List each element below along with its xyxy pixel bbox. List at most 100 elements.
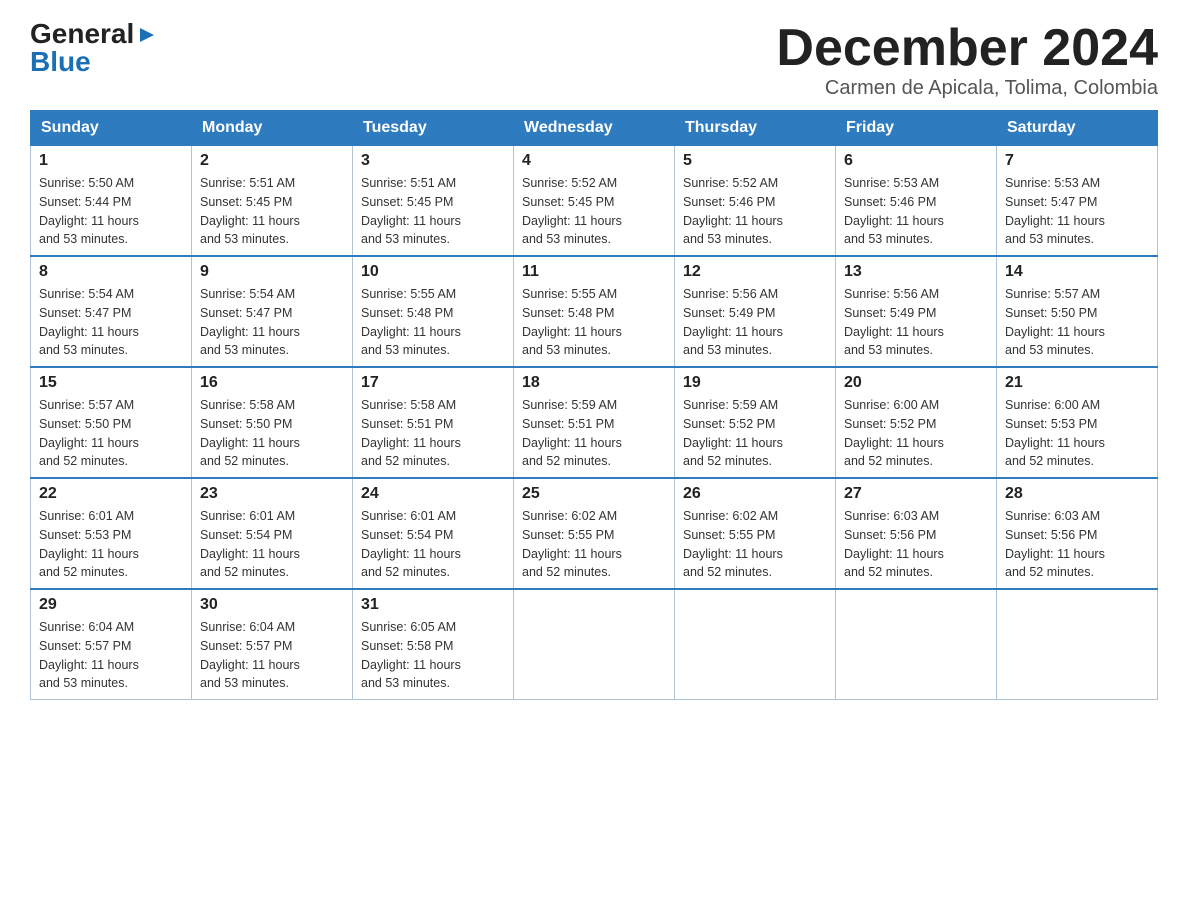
day-number: 22 — [39, 485, 183, 503]
calendar-cell: 27 Sunrise: 6:03 AM Sunset: 5:56 PM Dayl… — [836, 478, 997, 589]
calendar-cell: 25 Sunrise: 6:02 AM Sunset: 5:55 PM Dayl… — [514, 478, 675, 589]
calendar-week-row: 15 Sunrise: 5:57 AM Sunset: 5:50 PM Dayl… — [31, 367, 1158, 478]
calendar-cell: 4 Sunrise: 5:52 AM Sunset: 5:45 PM Dayli… — [514, 146, 675, 257]
col-header-thursday: Thursday — [675, 111, 836, 146]
day-number: 14 — [1005, 263, 1149, 281]
calendar-cell: 15 Sunrise: 5:57 AM Sunset: 5:50 PM Dayl… — [31, 367, 192, 478]
calendar-cell — [514, 589, 675, 700]
day-info: Sunrise: 6:01 AM Sunset: 5:54 PM Dayligh… — [200, 507, 344, 582]
day-number: 29 — [39, 596, 183, 614]
day-number: 7 — [1005, 152, 1149, 170]
calendar-week-row: 1 Sunrise: 5:50 AM Sunset: 5:44 PM Dayli… — [31, 146, 1158, 257]
calendar-cell: 26 Sunrise: 6:02 AM Sunset: 5:55 PM Dayl… — [675, 478, 836, 589]
day-info: Sunrise: 6:01 AM Sunset: 5:53 PM Dayligh… — [39, 507, 183, 582]
day-info: Sunrise: 6:02 AM Sunset: 5:55 PM Dayligh… — [522, 507, 666, 582]
day-info: Sunrise: 5:59 AM Sunset: 5:52 PM Dayligh… — [683, 396, 827, 471]
day-number: 11 — [522, 263, 666, 281]
day-number: 12 — [683, 263, 827, 281]
day-number: 23 — [200, 485, 344, 503]
day-number: 4 — [522, 152, 666, 170]
day-info: Sunrise: 5:51 AM Sunset: 5:45 PM Dayligh… — [200, 174, 344, 249]
logo-blue-text: Blue — [30, 48, 91, 76]
day-info: Sunrise: 5:57 AM Sunset: 5:50 PM Dayligh… — [39, 396, 183, 471]
col-header-monday: Monday — [192, 111, 353, 146]
day-info: Sunrise: 5:55 AM Sunset: 5:48 PM Dayligh… — [522, 285, 666, 360]
col-header-sunday: Sunday — [31, 111, 192, 146]
calendar-cell: 23 Sunrise: 6:01 AM Sunset: 5:54 PM Dayl… — [192, 478, 353, 589]
day-info: Sunrise: 6:04 AM Sunset: 5:57 PM Dayligh… — [200, 618, 344, 693]
day-info: Sunrise: 5:53 AM Sunset: 5:46 PM Dayligh… — [844, 174, 988, 249]
calendar-cell: 10 Sunrise: 5:55 AM Sunset: 5:48 PM Dayl… — [353, 256, 514, 367]
day-info: Sunrise: 5:51 AM Sunset: 5:45 PM Dayligh… — [361, 174, 505, 249]
day-info: Sunrise: 5:58 AM Sunset: 5:50 PM Dayligh… — [200, 396, 344, 471]
day-info: Sunrise: 5:54 AM Sunset: 5:47 PM Dayligh… — [39, 285, 183, 360]
day-info: Sunrise: 5:54 AM Sunset: 5:47 PM Dayligh… — [200, 285, 344, 360]
day-info: Sunrise: 6:03 AM Sunset: 5:56 PM Dayligh… — [844, 507, 988, 582]
day-number: 8 — [39, 263, 183, 281]
calendar-cell: 18 Sunrise: 5:59 AM Sunset: 5:51 PM Dayl… — [514, 367, 675, 478]
day-info: Sunrise: 6:04 AM Sunset: 5:57 PM Dayligh… — [39, 618, 183, 693]
col-header-saturday: Saturday — [997, 111, 1158, 146]
calendar-cell: 28 Sunrise: 6:03 AM Sunset: 5:56 PM Dayl… — [997, 478, 1158, 589]
day-number: 31 — [361, 596, 505, 614]
day-info: Sunrise: 5:53 AM Sunset: 5:47 PM Dayligh… — [1005, 174, 1149, 249]
calendar-cell: 13 Sunrise: 5:56 AM Sunset: 5:49 PM Dayl… — [836, 256, 997, 367]
day-number: 18 — [522, 374, 666, 392]
calendar-cell: 17 Sunrise: 5:58 AM Sunset: 5:51 PM Dayl… — [353, 367, 514, 478]
day-number: 13 — [844, 263, 988, 281]
day-number: 25 — [522, 485, 666, 503]
day-info: Sunrise: 5:50 AM Sunset: 5:44 PM Dayligh… — [39, 174, 183, 249]
calendar-cell — [836, 589, 997, 700]
calendar-cell: 5 Sunrise: 5:52 AM Sunset: 5:46 PM Dayli… — [675, 146, 836, 257]
calendar-cell: 9 Sunrise: 5:54 AM Sunset: 5:47 PM Dayli… — [192, 256, 353, 367]
day-number: 9 — [200, 263, 344, 281]
calendar-cell: 7 Sunrise: 5:53 AM Sunset: 5:47 PM Dayli… — [997, 146, 1158, 257]
day-info: Sunrise: 5:55 AM Sunset: 5:48 PM Dayligh… — [361, 285, 505, 360]
logo-arrow-icon — [136, 24, 158, 46]
calendar-cell: 22 Sunrise: 6:01 AM Sunset: 5:53 PM Dayl… — [31, 478, 192, 589]
logo: General Blue — [30, 20, 158, 76]
location-text: Carmen de Apicala, Tolima, Colombia — [776, 77, 1158, 100]
col-header-tuesday: Tuesday — [353, 111, 514, 146]
col-header-friday: Friday — [836, 111, 997, 146]
day-number: 15 — [39, 374, 183, 392]
calendar-cell: 30 Sunrise: 6:04 AM Sunset: 5:57 PM Dayl… — [192, 589, 353, 700]
day-number: 1 — [39, 152, 183, 170]
title-block: December 2024 Carmen de Apicala, Tolima,… — [776, 20, 1158, 100]
day-number: 30 — [200, 596, 344, 614]
calendar-cell: 31 Sunrise: 6:05 AM Sunset: 5:58 PM Dayl… — [353, 589, 514, 700]
calendar-week-row: 29 Sunrise: 6:04 AM Sunset: 5:57 PM Dayl… — [31, 589, 1158, 700]
day-info: Sunrise: 5:58 AM Sunset: 5:51 PM Dayligh… — [361, 396, 505, 471]
day-number: 6 — [844, 152, 988, 170]
calendar-cell: 24 Sunrise: 6:01 AM Sunset: 5:54 PM Dayl… — [353, 478, 514, 589]
day-number: 26 — [683, 485, 827, 503]
calendar-cell: 20 Sunrise: 6:00 AM Sunset: 5:52 PM Dayl… — [836, 367, 997, 478]
day-info: Sunrise: 5:56 AM Sunset: 5:49 PM Dayligh… — [844, 285, 988, 360]
day-info: Sunrise: 5:52 AM Sunset: 5:46 PM Dayligh… — [683, 174, 827, 249]
day-number: 19 — [683, 374, 827, 392]
col-header-wednesday: Wednesday — [514, 111, 675, 146]
calendar-cell: 1 Sunrise: 5:50 AM Sunset: 5:44 PM Dayli… — [31, 146, 192, 257]
day-info: Sunrise: 6:02 AM Sunset: 5:55 PM Dayligh… — [683, 507, 827, 582]
page-header: General Blue December 2024 Carmen de Api… — [30, 20, 1158, 100]
calendar-cell — [675, 589, 836, 700]
day-info: Sunrise: 5:59 AM Sunset: 5:51 PM Dayligh… — [522, 396, 666, 471]
calendar-header-row: SundayMondayTuesdayWednesdayThursdayFrid… — [31, 111, 1158, 146]
calendar-week-row: 8 Sunrise: 5:54 AM Sunset: 5:47 PM Dayli… — [31, 256, 1158, 367]
calendar-cell: 14 Sunrise: 5:57 AM Sunset: 5:50 PM Dayl… — [997, 256, 1158, 367]
calendar-cell: 19 Sunrise: 5:59 AM Sunset: 5:52 PM Dayl… — [675, 367, 836, 478]
day-number: 16 — [200, 374, 344, 392]
day-info: Sunrise: 5:56 AM Sunset: 5:49 PM Dayligh… — [683, 285, 827, 360]
calendar-cell: 11 Sunrise: 5:55 AM Sunset: 5:48 PM Dayl… — [514, 256, 675, 367]
day-number: 20 — [844, 374, 988, 392]
day-number: 24 — [361, 485, 505, 503]
calendar-cell — [997, 589, 1158, 700]
day-number: 17 — [361, 374, 505, 392]
day-number: 27 — [844, 485, 988, 503]
calendar-cell: 8 Sunrise: 5:54 AM Sunset: 5:47 PM Dayli… — [31, 256, 192, 367]
calendar-cell: 2 Sunrise: 5:51 AM Sunset: 5:45 PM Dayli… — [192, 146, 353, 257]
calendar-cell: 29 Sunrise: 6:04 AM Sunset: 5:57 PM Dayl… — [31, 589, 192, 700]
day-info: Sunrise: 5:52 AM Sunset: 5:45 PM Dayligh… — [522, 174, 666, 249]
day-number: 21 — [1005, 374, 1149, 392]
day-info: Sunrise: 6:00 AM Sunset: 5:52 PM Dayligh… — [844, 396, 988, 471]
